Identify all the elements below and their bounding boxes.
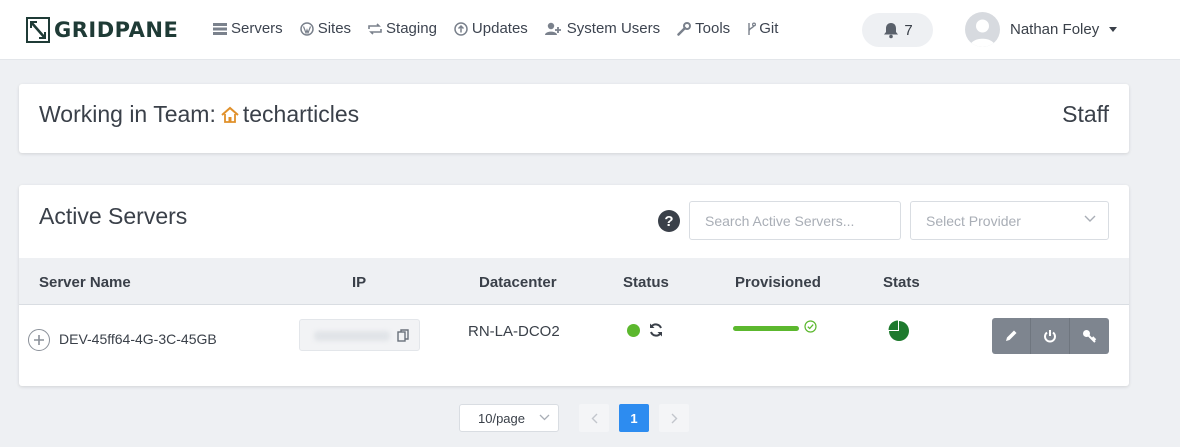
user-name: Nathan Foley [1010, 21, 1100, 38]
ip-redacted [314, 331, 390, 341]
chevron-down-icon [1084, 215, 1096, 222]
status-online-dot [627, 324, 640, 337]
search-servers-input[interactable] [689, 201, 901, 240]
chevron-left-icon [591, 413, 597, 423]
main-nav: Servers Sites Staging Updates System Use… [212, 20, 794, 37]
server-keys-button[interactable] [1070, 318, 1109, 354]
staging-icon [367, 21, 383, 37]
bell-icon [884, 23, 899, 39]
nav-item-updates[interactable]: Updates [453, 20, 528, 37]
notifications-button[interactable]: 7 [862, 13, 933, 47]
sync-icon[interactable] [648, 322, 664, 338]
table-row: DEV-45ff64-4G-3C-45GB RN-LA-DCO2 [19, 305, 1129, 386]
page-size-value: 10/page [478, 410, 525, 426]
check-circle-icon [804, 320, 817, 333]
provisioned-progress-bar [733, 326, 799, 331]
wrench-icon [676, 21, 692, 37]
servers-icon [212, 21, 228, 37]
team-name: techarticles [242, 101, 360, 127]
nav-label: System Users [566, 20, 661, 37]
key-icon [1083, 329, 1097, 343]
team-prefix: Working in Team: [39, 101, 216, 127]
git-icon [746, 21, 756, 37]
power-icon [1044, 330, 1056, 343]
page-size-select[interactable]: 10/page [459, 404, 559, 432]
nav-label: Staging [386, 20, 437, 37]
col-datacenter[interactable]: Datacenter [479, 274, 557, 291]
nav-item-system-users[interactable]: System Users [544, 20, 660, 37]
pagination-prev-button[interactable] [579, 404, 609, 432]
team-house-icon [221, 106, 239, 123]
chevron-down-icon [539, 414, 550, 421]
chevron-right-icon [671, 413, 677, 423]
col-server-name[interactable]: Server Name [39, 274, 131, 291]
edit-server-button[interactable] [992, 318, 1031, 354]
power-server-button[interactable] [1031, 318, 1070, 354]
ip-address-field [299, 319, 420, 351]
copy-icon[interactable] [397, 329, 409, 342]
active-servers-card: Active Servers ? Select Provider Server … [19, 185, 1129, 386]
nav-item-sites[interactable]: Sites [299, 20, 351, 37]
nav-label: Sites [317, 20, 352, 37]
nav-item-tools[interactable]: Tools [676, 20, 730, 37]
select-provider-placeholder: Select Provider [926, 212, 1021, 229]
nav-item-servers[interactable]: Servers [212, 20, 283, 37]
help-label: ? [664, 212, 674, 230]
users-icon [544, 21, 564, 37]
team-heading: Working in Team: techarticles [39, 101, 359, 128]
pagination-page-current[interactable]: 1 [619, 404, 649, 432]
select-provider-dropdown[interactable]: Select Provider [910, 201, 1109, 240]
expand-row-icon[interactable] [28, 329, 50, 351]
nav-label: Git [759, 20, 779, 37]
servers-title: Active Servers [39, 203, 188, 229]
chevron-down-icon [1109, 27, 1118, 32]
nav-item-git[interactable]: Git [746, 20, 778, 37]
top-navbar: GRIDPANE Servers Sites Staging Updates S… [0, 0, 1180, 60]
updates-icon [453, 21, 469, 37]
logo-text: GRIDPANE [54, 18, 179, 42]
team-card: Working in Team: techarticles Staff [19, 84, 1129, 153]
user-menu[interactable]: Nathan Foley [965, 12, 1118, 47]
wordpress-icon [299, 21, 315, 37]
col-ip[interactable]: IP [352, 274, 366, 291]
datacenter: RN-LA-DCO2 [468, 323, 560, 340]
team-role: Staff [1062, 101, 1109, 127]
logo-mark-icon [26, 17, 50, 43]
col-status[interactable]: Status [623, 274, 669, 291]
server-actions-group [992, 318, 1109, 354]
nav-label: Updates [471, 20, 528, 37]
pie-chart-icon[interactable] [888, 320, 910, 342]
gridpane-logo[interactable]: GRIDPANE [26, 16, 178, 44]
pagination-next-button[interactable] [659, 404, 689, 432]
server-name[interactable]: DEV-45ff64-4G-3C-45GB [59, 331, 217, 347]
nav-label: Servers [231, 20, 283, 37]
help-icon[interactable]: ? [658, 210, 680, 232]
nav-label: Tools [695, 20, 731, 37]
pencil-icon [1006, 330, 1017, 341]
col-provisioned[interactable]: Provisioned [735, 274, 821, 291]
nav-item-staging[interactable]: Staging [367, 20, 437, 37]
col-stats[interactable]: Stats [883, 274, 920, 291]
notifications-count: 7 [904, 21, 913, 39]
servers-table-header: Server Name IP Datacenter Status Provisi… [19, 258, 1129, 305]
user-avatar-icon [970, 19, 995, 47]
avatar [965, 12, 1000, 47]
